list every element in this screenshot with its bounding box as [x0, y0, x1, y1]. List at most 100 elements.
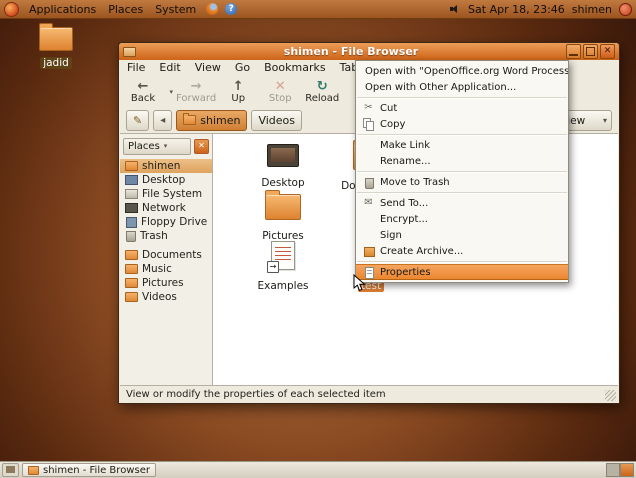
- titlebar[interactable]: shimen - File Browser: [119, 43, 619, 60]
- show-desktop-button[interactable]: [2, 463, 19, 477]
- sidebar-item-label: Network: [142, 202, 186, 214]
- menu-view[interactable]: View: [188, 60, 228, 76]
- statusbar: View or modify the properties of each se…: [120, 385, 618, 403]
- toolbar-back-button[interactable]: Back: [123, 77, 174, 106]
- trash-icon: [361, 176, 376, 189]
- context-menu-item-label: Open with "OpenOffice.org Word Processor…: [365, 65, 568, 77]
- help-launcher-icon[interactable]: [225, 3, 238, 15]
- context-menu-item-properties[interactable]: Properties: [356, 264, 568, 280]
- panel-menu-system[interactable]: System: [152, 3, 199, 16]
- workspace-cell-active[interactable]: [620, 463, 634, 477]
- archive-icon: [361, 245, 376, 257]
- panel-menu-applications[interactable]: Applications: [26, 3, 99, 16]
- sidebar-item-documents[interactable]: Documents: [120, 248, 212, 262]
- path-button-videos[interactable]: Videos: [251, 109, 303, 131]
- symlink-emblem-icon: [267, 261, 279, 273]
- desktop-folder-icon: [267, 144, 299, 167]
- path-button-label: Videos: [258, 113, 296, 127]
- menu-edit[interactable]: Edit: [152, 60, 187, 76]
- sidebar-item-floppy-drive[interactable]: Floppy Drive: [120, 215, 212, 229]
- user-switcher-icon[interactable]: [619, 2, 632, 16]
- sidebar-item-desktop[interactable]: Desktop: [120, 173, 212, 187]
- resize-grip[interactable]: [605, 390, 616, 401]
- places-sidebar: Places shimen Desktop File System Network Fl…: [120, 134, 213, 385]
- sidebar-item-shimen[interactable]: shimen: [120, 159, 212, 173]
- task-buttons: shimen - File Browser: [22, 463, 156, 477]
- sidebar-item-network[interactable]: Network: [120, 201, 212, 215]
- context-menu-item-cut[interactable]: Cut: [356, 100, 568, 116]
- panel-menu-places[interactable]: Places: [105, 3, 146, 16]
- chevron-down-icon[interactable]: [169, 88, 173, 96]
- context-menu-item-open-with-other-application[interactable]: Open with Other Application...: [356, 79, 568, 95]
- toolbar-up-button[interactable]: Up: [218, 77, 258, 106]
- sidebar-item-label: Pictures: [142, 277, 184, 289]
- context-menu-item-create-archive[interactable]: Create Archive...: [356, 243, 568, 259]
- desktop: Applications Places System Sat Apr 18, 23:…: [0, 0, 636, 478]
- sidebar-close-icon[interactable]: [194, 138, 209, 154]
- path-scroll-left-button[interactable]: [153, 109, 173, 131]
- path-button-shimen[interactable]: shimen: [176, 109, 248, 131]
- folder-icon: [39, 23, 73, 51]
- window-icon: [28, 465, 39, 475]
- mouse-cursor: [353, 274, 366, 292]
- volume-icon[interactable]: [450, 4, 461, 14]
- sidebar-item-music[interactable]: Music: [120, 262, 212, 276]
- window-title: shimen - File Browser: [283, 45, 419, 58]
- sidebar-item-videos[interactable]: Videos: [120, 290, 212, 304]
- context-menu-item-move-to-trash[interactable]: Move to Trash: [356, 174, 568, 190]
- context-menu-item-make-link[interactable]: Make Link: [356, 137, 568, 153]
- menu-separator: [357, 261, 567, 262]
- distro-logo-icon[interactable]: [4, 1, 19, 17]
- minimize-button[interactable]: [566, 44, 581, 59]
- username-label[interactable]: shimen: [572, 3, 612, 16]
- menu-file[interactable]: File: [120, 60, 152, 76]
- context-menu-item-label: Properties: [380, 266, 431, 278]
- file-item-label: Examples: [257, 280, 309, 292]
- context-menu-item-send-to[interactable]: Send To...: [356, 195, 568, 211]
- menu-separator: [357, 171, 567, 172]
- toolbar-stop-button: Stop: [260, 77, 300, 106]
- sidebar-item-label: Music: [142, 263, 172, 275]
- folder-icon: [125, 278, 138, 288]
- close-button[interactable]: [600, 44, 615, 59]
- sidebar-item-file-system[interactable]: File System: [120, 187, 212, 201]
- context-menu-item-rename[interactable]: Rename...: [356, 153, 568, 169]
- back-arrow-icon: [138, 80, 149, 93]
- menu-bookmarks[interactable]: Bookmarks: [257, 60, 332, 76]
- menu-go[interactable]: Go: [228, 60, 257, 76]
- stop-icon: [275, 80, 286, 93]
- file-item-examples[interactable]: Examples: [251, 241, 315, 293]
- file-item-pictures[interactable]: Pictures: [251, 190, 315, 243]
- sidebar-items: shimen Desktop File System Network Floppy Dr…: [120, 156, 212, 304]
- context-menu-item-label: Cut: [380, 102, 398, 114]
- up-arrow-icon: [233, 80, 244, 93]
- clock[interactable]: Sat Apr 18, 23:46: [468, 3, 565, 16]
- desktop-icon-label: jadid: [40, 57, 72, 69]
- maximize-button[interactable]: [583, 44, 598, 59]
- sidebar-item-trash[interactable]: Trash: [120, 229, 212, 243]
- toolbar-button-label: Forward: [176, 92, 217, 104]
- edit-location-button[interactable]: [126, 109, 150, 131]
- places-dropdown[interactable]: Places: [123, 137, 191, 155]
- context-menu-item-copy[interactable]: Copy: [356, 116, 568, 132]
- workspace-cell[interactable]: [606, 463, 620, 477]
- context-menu: Open with "OpenOffice.org Word Processor…: [355, 60, 569, 283]
- taskbar-item-shimen-file-browser[interactable]: shimen - File Browser: [22, 463, 156, 477]
- trash-icon: [126, 230, 136, 242]
- file-item-desktop[interactable]: Desktop: [251, 144, 315, 190]
- cut-icon: [361, 102, 376, 114]
- context-menu-item-encrypt[interactable]: Encrypt...: [356, 211, 568, 227]
- browser-launcher-icon[interactable]: [206, 3, 219, 15]
- folder-icon: [265, 190, 301, 220]
- statusbar-text: View or modify the properties of each se…: [126, 389, 386, 400]
- sidebar-item-pictures[interactable]: Pictures: [120, 276, 212, 290]
- desktop-icon-jadid[interactable]: jadid: [32, 23, 80, 70]
- context-menu-item-open-with-openoffice-org-word-processor[interactable]: Open with "OpenOffice.org Word Processor…: [356, 63, 568, 79]
- toolbar-button-label: Reload: [305, 92, 340, 104]
- context-menu-item-label: Open with Other Application...: [365, 81, 517, 93]
- context-menu-item-sign[interactable]: Sign: [356, 227, 568, 243]
- context-menu-item-label: Make Link: [380, 139, 430, 151]
- forward-arrow-icon: [191, 80, 202, 93]
- toolbar-reload-button[interactable]: Reload: [302, 77, 342, 106]
- desktop-icon: [125, 175, 138, 185]
